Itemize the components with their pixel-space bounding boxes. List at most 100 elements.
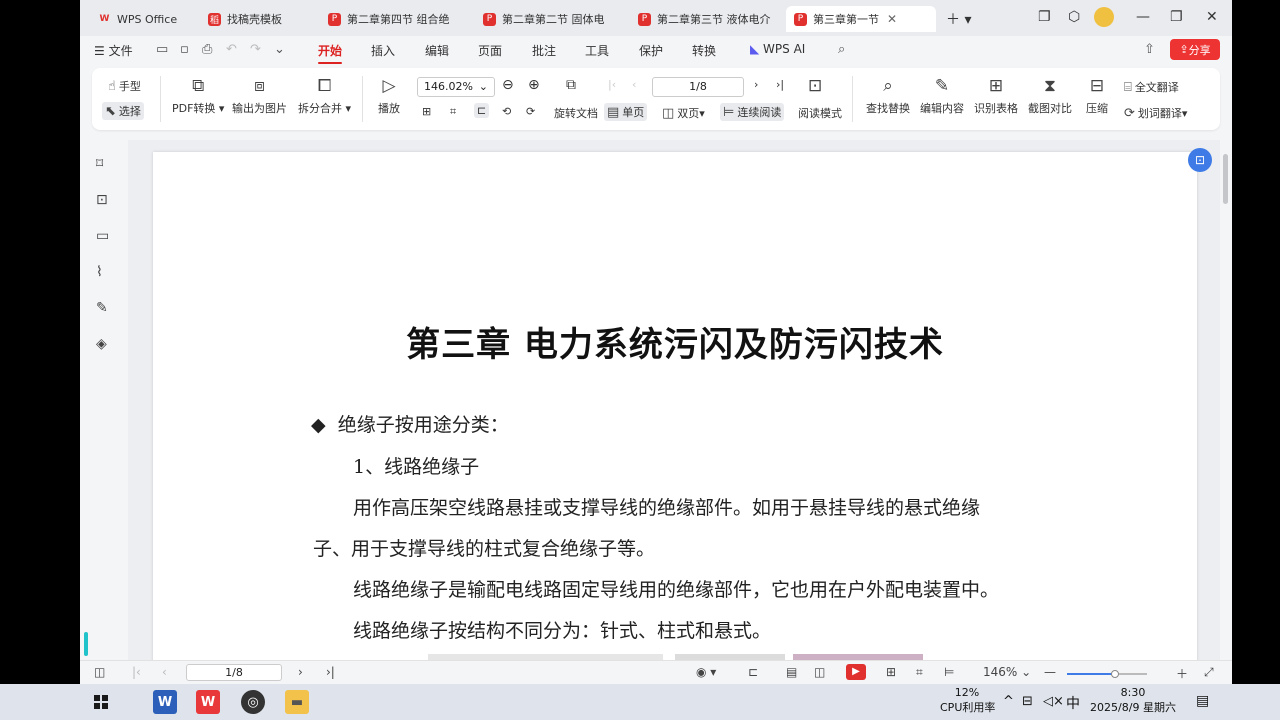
double-page-button[interactable]: ◫ 双页 ▾ xyxy=(662,105,705,121)
menu-comment[interactable]: 批注 xyxy=(532,42,556,59)
volume-muted-icon[interactable]: ◁× xyxy=(1043,694,1064,709)
floating-tool-icon[interactable]: ⊡ xyxy=(1188,148,1212,172)
zoom-slider[interactable] xyxy=(1067,670,1147,678)
chevron-up-icon[interactable]: ^ xyxy=(1003,694,1014,709)
fit-width-icon[interactable]: ⊏ xyxy=(474,103,490,118)
ime-indicator[interactable]: 中 xyxy=(1066,693,1080,713)
recognize-table-button[interactable]: ⊞ 识别表格 xyxy=(974,74,1018,116)
first-page-icon[interactable]: |‹ xyxy=(608,78,616,91)
prev-page-icon[interactable]: ‹ xyxy=(632,78,636,91)
select-tool-button[interactable]: ⬉ 选择 xyxy=(102,102,144,120)
document-viewport[interactable]: 第三章 电力系统污闪及防污闪技术 ◆ 绝缘子按用途分类： 1、线路绝缘子 用作高… xyxy=(128,140,1220,660)
cpu-usage[interactable]: 12% CPU利用率 xyxy=(940,686,995,715)
menu-edit[interactable]: 编辑 xyxy=(425,42,449,59)
fit-page-icon[interactable]: ⌗ xyxy=(450,105,456,119)
menu-tools[interactable]: 工具 xyxy=(585,42,609,59)
tab-doc-2-3[interactable]: P 第二章第三节 液体电介 xyxy=(630,6,782,32)
zoom-slider-knob[interactable] xyxy=(1111,670,1119,678)
print-icon[interactable]: ⎙ xyxy=(202,42,212,57)
search-icon[interactable]: ⌕ xyxy=(838,42,845,57)
word-translate-button[interactable]: ⟳ 划词翻译 ▾ xyxy=(1124,105,1187,121)
new-tab-icon[interactable]: ＋ ▾ xyxy=(946,9,971,29)
full-translate-button[interactable]: ⌸ 全文翻译 xyxy=(1124,79,1179,95)
tab-doc-3-1[interactable]: P 第三章第一节 ✕ xyxy=(786,6,936,32)
status-page-input[interactable]: 1/8 xyxy=(186,664,282,681)
single-page-icon[interactable]: ▤ xyxy=(786,665,797,679)
open-icon[interactable]: ▭ xyxy=(156,42,168,57)
prev-page-icon[interactable]: ‹ xyxy=(162,665,167,679)
next-page-icon[interactable]: › xyxy=(754,78,758,91)
clock[interactable]: 8:30 2025/8/9 星期六 xyxy=(1090,686,1176,715)
avatar[interactable] xyxy=(1094,7,1114,27)
network-icon[interactable]: ⊟ xyxy=(1022,694,1033,709)
close-icon[interactable]: ✕ xyxy=(887,12,897,26)
word-app-icon[interactable]: W xyxy=(153,690,177,714)
menu-protect[interactable]: 保护 xyxy=(639,42,663,59)
eye-icon[interactable]: ◉ ▾ xyxy=(696,665,716,679)
play-icon[interactable]: ▶ xyxy=(846,664,866,680)
fit-page-icon[interactable]: ⌗ xyxy=(916,665,923,680)
export-image-button[interactable]: ⧈ 输出为图片 xyxy=(232,74,287,116)
tab-template[interactable]: 稻 找稿壳模板 xyxy=(200,6,315,32)
save-icon[interactable]: ▫ xyxy=(180,42,189,57)
zoom-in-icon[interactable]: ⊕ xyxy=(528,77,540,93)
fit-width-icon[interactable]: ⊏ xyxy=(748,665,758,679)
wps-app-icon[interactable]: W xyxy=(196,690,220,714)
last-page-icon[interactable]: ›| xyxy=(326,665,335,679)
cloud-upload-icon[interactable]: ⇧ xyxy=(1144,42,1155,57)
actual-size-icon[interactable]: ⊞ xyxy=(886,665,896,679)
tab-wps-office[interactable]: W WPS Office xyxy=(90,6,190,32)
bookmark-icon[interactable]: ⌑ xyxy=(96,156,103,172)
last-page-icon[interactable]: ›| xyxy=(776,78,784,91)
attachment-icon[interactable]: ⌇ xyxy=(96,264,103,280)
vertical-scrollbar[interactable] xyxy=(1220,140,1232,660)
chevron-down-icon[interactable]: ⌄ xyxy=(274,42,285,57)
sidebar-toggle-icon[interactable]: ◫ xyxy=(94,665,105,679)
next-page-icon[interactable]: › xyxy=(298,665,303,679)
file-menu[interactable]: ☰ 文件 xyxy=(94,42,133,59)
windows-start-icon[interactable] xyxy=(89,690,113,714)
scroll-thumb[interactable] xyxy=(1223,154,1228,204)
share-button[interactable]: ⇪ 分享 xyxy=(1170,39,1220,60)
find-replace-button[interactable]: ⌕ 查找替换 xyxy=(866,74,910,116)
rotate-right-icon[interactable]: ⟳ xyxy=(526,105,535,118)
fullscreen-icon[interactable]: ⤢ xyxy=(1204,665,1214,680)
wps-ai-button[interactable]: ◣ WPS AI xyxy=(750,42,805,56)
read-mode-label-button[interactable]: 阅读模式 xyxy=(798,105,842,121)
status-zoom[interactable]: 146% ⌄ xyxy=(983,665,1031,679)
redo-icon[interactable]: ↷ xyxy=(250,42,261,57)
continuous-icon[interactable]: ⊨ xyxy=(944,665,954,679)
first-page-icon[interactable]: |‹ xyxy=(132,665,141,679)
split-merge-button[interactable]: ⧠ 拆分合并 ▾ xyxy=(298,74,351,116)
compress-button[interactable]: ⊟ 压缩 xyxy=(1086,74,1108,116)
hand-tool-button[interactable]: ☝ 手型 xyxy=(108,78,141,94)
double-page-icon[interactable]: ◫ xyxy=(814,665,825,679)
window-close-icon[interactable]: ✕ xyxy=(1206,9,1218,25)
page-input[interactable]: 1/8 xyxy=(652,77,744,97)
signature-icon[interactable]: ✎ xyxy=(96,300,108,316)
edit-content-button[interactable]: ✎ 编辑内容 xyxy=(920,74,964,116)
single-page-button[interactable]: ▤ 单页 xyxy=(604,103,648,121)
continuous-read-button[interactable]: ⊨ 连续阅读 xyxy=(720,103,785,121)
thumbnail-icon[interactable]: ⊡ xyxy=(96,192,108,208)
fit-icon[interactable]: ⧉ xyxy=(566,77,576,93)
screenshot-compare-button[interactable]: ⧗ 截图对比 xyxy=(1028,74,1072,116)
tab-doc-2-4[interactable]: P 第二章第四节 组合绝 xyxy=(320,6,468,32)
cube-icon[interactable]: ⬡ xyxy=(1068,9,1080,25)
zoom-out-icon[interactable]: ⊖ xyxy=(502,77,514,93)
play-button[interactable]: ▷ 播放 xyxy=(378,74,400,116)
actual-size-icon[interactable]: ⊞ xyxy=(422,105,431,118)
zoom-in-icon[interactable]: ＋ xyxy=(1176,665,1188,682)
file-explorer-icon[interactable]: ▬ xyxy=(285,690,309,714)
undo-icon[interactable]: ↶ xyxy=(226,42,237,57)
read-mode-button[interactable]: ⊡ xyxy=(808,74,822,98)
layers-icon[interactable]: ◈ xyxy=(96,336,107,352)
tab-doc-2-2[interactable]: P 第二章第二节 固体电 xyxy=(475,6,625,32)
menu-home[interactable]: 开始 xyxy=(318,42,343,64)
zoom-out-icon[interactable]: — xyxy=(1044,665,1056,679)
rotate-doc-button[interactable]: 旋转文档 xyxy=(554,105,598,121)
rotate-left-icon[interactable]: ⟲ xyxy=(502,105,511,118)
minimize-icon[interactable]: — xyxy=(1136,9,1150,25)
menu-page[interactable]: 页面 xyxy=(478,42,502,59)
restore-icon[interactable]: ❐ xyxy=(1170,9,1183,25)
